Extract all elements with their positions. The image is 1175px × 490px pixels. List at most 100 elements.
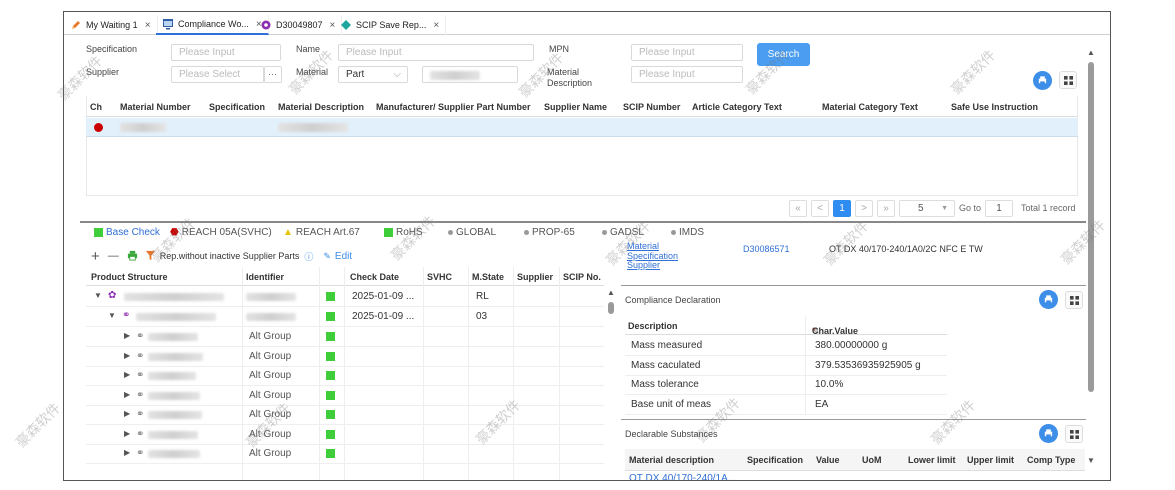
tab-reach-svhc[interactable]: ⬣ REACH 05A(SVHC): [170, 227, 272, 238]
structure-scrollbar[interactable]: ▲: [606, 288, 616, 478]
column-settings-button[interactable]: [1059, 71, 1077, 89]
col-upper-limit[interactable]: Upper limit: [967, 455, 1014, 465]
col-identifier[interactable]: Identifier: [246, 272, 284, 282]
col-mstate[interactable]: M.State: [472, 272, 504, 282]
col-description[interactable]: Description: [628, 321, 678, 331]
col-svhc[interactable]: SVHC: [427, 272, 452, 282]
page-size-select[interactable]: 5 ▼: [899, 199, 955, 217]
first-page-button[interactable]: «: [789, 199, 807, 217]
scroll-thumb[interactable]: [1088, 62, 1094, 392]
caret-right-icon[interactable]: ▶: [124, 429, 130, 438]
filter-icon[interactable]: [145, 250, 156, 263]
close-icon[interactable]: ×: [145, 20, 151, 31]
tree-row[interactable]: ▶ ⚭ Alt Group: [86, 347, 604, 367]
scroll-thumb[interactable]: [608, 302, 614, 314]
caret-right-icon[interactable]: ▶: [124, 370, 130, 379]
material-number[interactable]: D30086571: [743, 244, 790, 254]
col-manufacturer-part-number[interactable]: Manufacturer/ Supplier Part Number: [376, 102, 531, 112]
supplier-link[interactable]: Supplier: [627, 260, 678, 271]
col-check-date[interactable]: Check Date: [350, 272, 399, 282]
tree-row[interactable]: ▶ ⚭ Alt Group: [86, 386, 604, 406]
column-settings-button[interactable]: [1065, 291, 1083, 309]
caret-right-icon[interactable]: ▶: [124, 409, 130, 418]
caret-right-icon[interactable]: ▶: [124, 448, 130, 457]
col-safe-use[interactable]: Safe Use Instruction: [951, 102, 1038, 112]
tree-row[interactable]: ▼ ✿ 2025-01-09 ... RL: [86, 287, 604, 307]
tab-compliance-workbench[interactable]: Compliance Wo... ×: [156, 15, 269, 35]
col-scip-number[interactable]: SCIP Number: [623, 102, 680, 112]
col-scip-no[interactable]: SCIP No.: [563, 272, 601, 282]
col-comp-type[interactable]: Comp Type: [1027, 455, 1075, 465]
tab-rohs[interactable]: RoHS: [384, 227, 423, 238]
tree-row[interactable]: ▶ ⚭ Alt Group: [86, 444, 604, 464]
tree-row[interactable]: ▶ ⚭ Alt Group: [86, 405, 604, 425]
substance-link[interactable]: OT DX 40/170-240/1A...: [629, 473, 736, 480]
rep-without-inactive-label[interactable]: Rep.without inactive Supplier Parts: [160, 251, 300, 261]
col-uom[interactable]: UoM: [862, 455, 882, 465]
tree-row[interactable]: ▶ ⚭ Alt Group: [86, 327, 604, 347]
tree-row[interactable]: ▼ ⚭ 2025-01-09 ... 03: [86, 307, 604, 327]
scroll-down-icon[interactable]: ▼: [1087, 456, 1095, 465]
scroll-up-icon[interactable]: ▲: [1087, 48, 1095, 57]
caret-right-icon[interactable]: ▶: [124, 390, 130, 399]
next-page-button[interactable]: >: [855, 199, 873, 217]
col-specification[interactable]: Specification: [209, 102, 265, 112]
tree-row[interactable]: ▶ ⚭ Alt Group: [86, 425, 604, 445]
name-input[interactable]: Please Input: [338, 44, 534, 61]
compliance-row[interactable]: Mass measured 380.00000000 g: [625, 336, 947, 356]
tree-row[interactable]: ▶ ⚭ Alt Group: [86, 366, 604, 386]
supplier-select[interactable]: Please Select: [171, 66, 264, 83]
goto-input[interactable]: 1: [985, 199, 1014, 217]
print-button[interactable]: [1033, 71, 1052, 90]
page-1-button[interactable]: 1: [833, 199, 851, 217]
tab-gadsl[interactable]: GADSL: [602, 227, 644, 238]
compliance-row[interactable]: Mass caculated 379.53536935925905 g: [625, 356, 947, 376]
tab-reach-art67[interactable]: ▲ REACH Art.67: [283, 227, 360, 238]
tab-imds[interactable]: IMDS: [671, 227, 704, 238]
print-button[interactable]: [1039, 424, 1058, 443]
print-button[interactable]: [1039, 290, 1058, 309]
prev-page-button[interactable]: <: [811, 199, 829, 217]
char-value[interactable]: 379.53536935925905 g: [815, 360, 921, 371]
table-row[interactable]: [86, 118, 1078, 137]
col-value[interactable]: Value: [816, 455, 840, 465]
col-article-category[interactable]: Article Category Text: [692, 102, 782, 112]
caret-down-icon[interactable]: ▼: [94, 291, 102, 300]
help-icon[interactable]: ⓘ: [304, 250, 313, 263]
column-settings-button[interactable]: [1065, 425, 1083, 443]
tab-scip-save-report[interactable]: SCIP Save Rep... ×: [334, 15, 447, 35]
last-page-button[interactable]: »: [877, 199, 895, 217]
col-material-number[interactable]: Material Number: [120, 102, 191, 112]
collapse-all-button[interactable]: —: [108, 250, 119, 262]
col-material-category[interactable]: Material Category Text: [822, 102, 918, 112]
scroll-up-icon[interactable]: ▲: [607, 288, 615, 297]
supplier-more-button[interactable]: ···: [264, 66, 282, 83]
close-icon[interactable]: ×: [433, 20, 439, 31]
col-supplier[interactable]: Supplier: [517, 272, 553, 282]
material-number-input[interactable]: [422, 66, 518, 83]
tab-d30049807[interactable]: D30049807 ×: [254, 15, 343, 35]
col-lower-limit[interactable]: Lower limit: [908, 455, 956, 465]
caret-right-icon[interactable]: ▶: [124, 331, 130, 340]
page-scrollbar[interactable]: ▲ ▼: [1086, 48, 1096, 468]
col-product-structure[interactable]: Product Structure: [91, 272, 168, 282]
caret-down-icon[interactable]: ▼: [108, 311, 116, 320]
tab-my-waiting[interactable]: My Waiting 1 ×: [64, 15, 158, 35]
col-material-description[interactable]: Material Description: [278, 102, 364, 112]
char-value[interactable]: 10.0%: [815, 379, 843, 390]
tab-prop65[interactable]: PROP-65: [524, 227, 575, 238]
char-value[interactable]: 380.00000000 g: [815, 340, 887, 351]
col-supplier-name[interactable]: Supplier Name: [544, 102, 607, 112]
col-material-description[interactable]: Material description: [629, 455, 714, 465]
material-description-input[interactable]: Please Input: [631, 66, 743, 83]
material-type-select[interactable]: Part ⌵: [338, 66, 408, 83]
search-button[interactable]: Search: [757, 43, 810, 66]
compliance-row[interactable]: Mass tolerance 10.0%: [625, 375, 947, 395]
print-icon[interactable]: [127, 250, 138, 263]
tab-base-check[interactable]: Base Check: [94, 227, 160, 238]
caret-right-icon[interactable]: ▶: [124, 351, 130, 360]
col-specification[interactable]: Specification: [747, 455, 803, 465]
char-value[interactable]: EA: [815, 399, 828, 410]
mpn-input[interactable]: Please Input: [631, 44, 743, 61]
splitter[interactable]: [80, 221, 1086, 223]
